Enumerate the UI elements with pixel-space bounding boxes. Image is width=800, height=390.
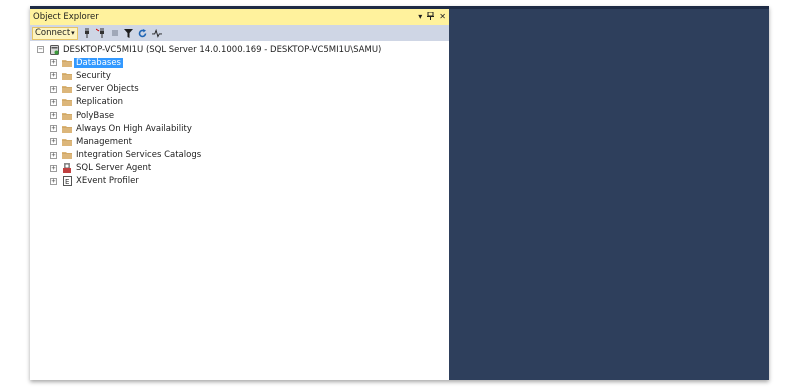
folder-icon xyxy=(62,71,72,80)
tree-node-label: Server Objects xyxy=(76,84,139,95)
tree-item-server-objects[interactable]: + Server Objects xyxy=(30,83,449,96)
tree-node-label: Databases xyxy=(74,57,123,68)
expand-icon[interactable]: + xyxy=(50,112,57,120)
tree-node-label: Integration Services Catalogs xyxy=(76,150,202,161)
connect-plug-icon[interactable] xyxy=(82,28,92,39)
tree-item-security[interactable]: + Security xyxy=(30,69,449,82)
folder-icon xyxy=(62,111,72,120)
folder-icon xyxy=(62,137,72,146)
stop-icon[interactable] xyxy=(110,28,120,39)
expand-icon[interactable]: + xyxy=(50,98,57,106)
expand-icon[interactable]: + xyxy=(50,59,57,67)
filter-icon[interactable] xyxy=(124,28,134,39)
folder-icon xyxy=(62,58,72,67)
expand-icon[interactable]: + xyxy=(50,138,57,146)
tree-root-server[interactable]: − DESKTOP-VC5MI1U (SQL Server 14.0.1000.… xyxy=(30,43,449,56)
document-workspace xyxy=(449,9,769,380)
tree-node-label: Always On High Availability xyxy=(76,123,192,134)
server-icon xyxy=(49,44,59,55)
tree-item-integration-services-catalogs[interactable]: + Integration Services Catalogs xyxy=(30,149,449,162)
tree-item-always-on-high-availability[interactable]: + Always On High Availability xyxy=(30,122,449,135)
expand-icon[interactable]: + xyxy=(50,125,57,133)
close-icon[interactable]: ✕ xyxy=(439,12,446,22)
tree-node-label: DESKTOP-VC5MI1U (SQL Server 14.0.1000.16… xyxy=(63,44,382,55)
panel-title: Object Explorer xyxy=(33,12,99,22)
object-explorer-header: Object Explorer ▾ ✕ xyxy=(30,9,449,25)
collapse-icon[interactable]: − xyxy=(37,46,44,54)
object-explorer-panel: Object Explorer ▾ ✕ Connect ▾ − DESKTOP-… xyxy=(30,9,450,380)
sql-agent-icon xyxy=(62,163,72,174)
svg-text:E: E xyxy=(65,178,69,186)
tree-item-xevent-profiler[interactable]: + E XEvent Profiler xyxy=(30,175,449,188)
disconnect-icon[interactable] xyxy=(95,28,106,39)
tree-node-label: Replication xyxy=(76,97,124,108)
tree-item-sql-server-agent[interactable]: + SQL Server Agent xyxy=(30,162,449,175)
folder-icon xyxy=(62,98,72,107)
tree-node-label: Management xyxy=(76,136,132,147)
auto-hide-pin-icon[interactable] xyxy=(427,11,435,22)
tree-node-label: SQL Server Agent xyxy=(76,163,152,174)
tree-node-label: Security xyxy=(76,70,111,81)
tree-item-management[interactable]: + Management xyxy=(30,135,449,148)
tree-item-replication[interactable]: + Replication xyxy=(30,96,449,109)
tree-node-label: XEvent Profiler xyxy=(76,176,139,187)
tree-item-databases[interactable]: + Databases xyxy=(30,56,449,69)
refresh-icon[interactable] xyxy=(138,28,148,39)
object-explorer-toolbar: Connect ▾ xyxy=(30,25,449,41)
tree-item-polybase[interactable]: + PolyBase xyxy=(30,109,449,122)
folder-icon xyxy=(62,151,72,160)
chevron-down-icon: ▾ xyxy=(71,29,75,37)
activity-monitor-icon[interactable] xyxy=(151,28,162,39)
folder-icon xyxy=(62,124,72,133)
expand-icon[interactable]: + xyxy=(50,72,57,80)
expand-icon[interactable]: + xyxy=(50,177,57,185)
connect-button[interactable]: Connect ▾ xyxy=(32,26,78,40)
expand-icon[interactable]: + xyxy=(50,164,57,172)
window-position-dropdown-icon[interactable]: ▾ xyxy=(418,12,422,22)
expand-icon[interactable]: + xyxy=(50,151,57,159)
folder-icon xyxy=(62,85,72,94)
xevent-profiler-icon: E xyxy=(62,176,72,187)
tree-node-label: PolyBase xyxy=(76,110,115,121)
expand-icon[interactable]: + xyxy=(50,85,57,93)
object-explorer-tree: − DESKTOP-VC5MI1U (SQL Server 14.0.1000.… xyxy=(30,41,449,188)
connect-label: Connect xyxy=(35,28,71,38)
